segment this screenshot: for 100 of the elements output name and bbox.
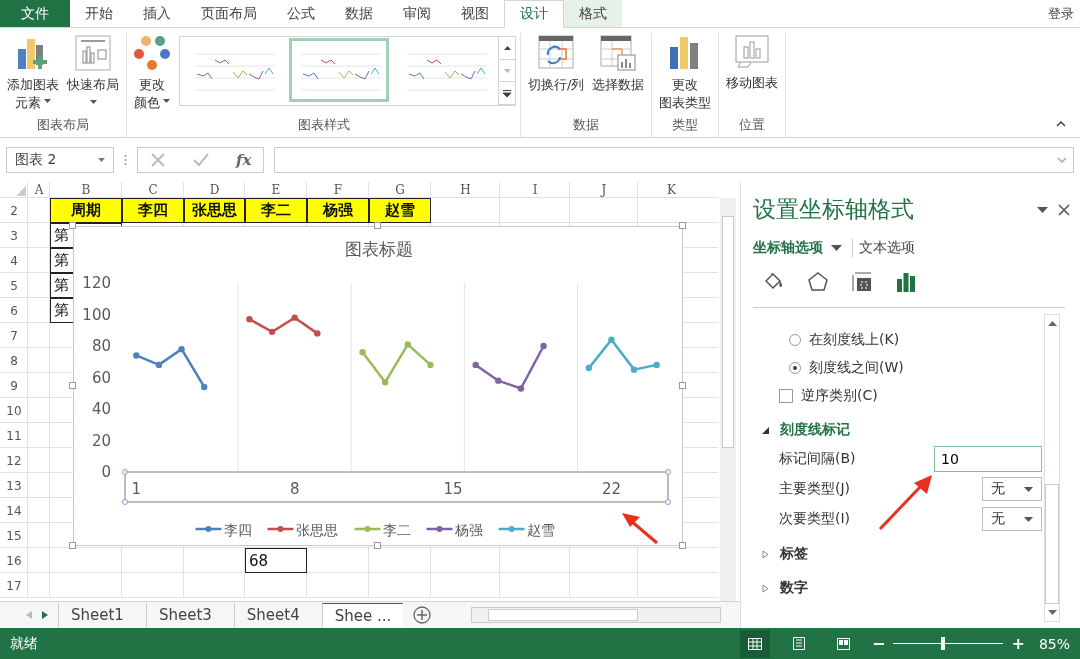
- legend-item[interactable]: 李二: [354, 522, 411, 538]
- ribbon-button[interactable]: 快速布局: [64, 33, 122, 106]
- section-header[interactable]: 标签: [780, 545, 808, 563]
- ribbon-button[interactable]: 移动图表: [723, 33, 782, 93]
- ribbon-button[interactable]: 更改 颜色: [131, 33, 173, 113]
- vertical-scrollbar[interactable]: [720, 198, 736, 602]
- legend-item[interactable]: 杨强: [426, 522, 483, 538]
- pane-options-icon[interactable]: [1037, 206, 1048, 213]
- dropdown[interactable]: 无: [982, 507, 1042, 531]
- collapse-ribbon-icon[interactable]: [1056, 121, 1066, 127]
- row-header[interactable]: 11: [0, 423, 28, 448]
- formula-input[interactable]: [274, 147, 1074, 173]
- resize-handle[interactable]: [679, 542, 686, 549]
- section-header[interactable]: 数字: [780, 579, 808, 597]
- row-header[interactable]: 5: [0, 273, 28, 298]
- up-arrow-icon[interactable]: [1047, 321, 1057, 326]
- row-header[interactable]: 4: [0, 248, 28, 273]
- ribbon-button[interactable]: 切换行/列: [525, 33, 588, 95]
- expander-icon[interactable]: [761, 425, 770, 435]
- grid-view-icon[interactable]: [740, 629, 771, 658]
- resize-handle[interactable]: [69, 382, 76, 389]
- column-header[interactable]: C: [122, 182, 184, 198]
- row-header[interactable]: 7: [0, 323, 28, 348]
- ribbon-tab[interactable]: 视图: [446, 0, 504, 27]
- pane-scrollbar[interactable]: [1044, 314, 1060, 622]
- ribbon-tab[interactable]: 插入: [128, 0, 186, 27]
- ribbon-tab[interactable]: 开始: [70, 0, 128, 27]
- resize-handle[interactable]: [69, 222, 76, 229]
- pentagon-icon[interactable]: [807, 271, 829, 293]
- row-header[interactable]: 13: [0, 473, 28, 498]
- ribbon-tab[interactable]: 页面布局: [186, 0, 272, 27]
- row-header[interactable]: 17: [0, 573, 28, 598]
- sign-in-link[interactable]: 登录: [1048, 4, 1080, 23]
- ribbon-tab[interactable]: 审阅: [388, 0, 446, 27]
- add-sheet-icon[interactable]: [413, 606, 432, 625]
- resize-handle[interactable]: [374, 542, 381, 549]
- row-header[interactable]: 3: [0, 223, 28, 248]
- sheet-tab[interactable]: Shee ...: [321, 602, 404, 628]
- cancel-icon[interactable]: [150, 152, 166, 168]
- row-header[interactable]: 2: [0, 198, 28, 223]
- row-header[interactable]: 9: [0, 373, 28, 398]
- sheet-tab[interactable]: Sheet1: [58, 603, 136, 628]
- name-box[interactable]: 图表 2: [6, 147, 114, 173]
- next-sheet-icon[interactable]: [42, 611, 48, 620]
- column-header[interactable]: G: [369, 182, 431, 198]
- horizontal-scrollbar[interactable]: [471, 607, 722, 624]
- column-header[interactable]: E: [245, 182, 307, 198]
- down-arrow-icon[interactable]: [1047, 610, 1057, 615]
- resize-handle[interactable]: [679, 382, 686, 389]
- ribbon-button[interactable]: 选择数据: [589, 33, 648, 95]
- resize-handle[interactable]: [374, 222, 381, 229]
- row-header[interactable]: 10: [0, 398, 28, 423]
- ribbon-tab[interactable]: 格式: [564, 0, 622, 27]
- ribbon-tab[interactable]: 数据: [330, 0, 388, 27]
- size-properties-icon[interactable]: [851, 271, 873, 293]
- sheet-tab[interactable]: Sheet4: [233, 603, 312, 628]
- checkbox[interactable]: [779, 389, 793, 403]
- resize-handle[interactable]: [69, 542, 76, 549]
- axis-selection-box[interactable]: [122, 469, 671, 505]
- pane-tab[interactable]: 坐标轴选项: [753, 239, 852, 257]
- zoom-out-button[interactable]: −: [872, 634, 886, 653]
- ribbon-tab[interactable]: 公式: [272, 0, 330, 27]
- ribbon-tab[interactable]: 文件: [0, 0, 70, 27]
- previous-sheet-icon[interactable]: [26, 611, 32, 620]
- dropdown[interactable]: 无: [982, 477, 1042, 501]
- ribbon-button[interactable]: 添加图表 元素: [4, 33, 62, 113]
- row-header[interactable]: 12: [0, 448, 28, 473]
- check-icon[interactable]: [192, 152, 210, 168]
- row-header[interactable]: 14: [0, 498, 28, 523]
- zoom-in-button[interactable]: +: [1011, 634, 1025, 653]
- section-header[interactable]: 刻度线标记: [780, 421, 850, 439]
- legend-item[interactable]: 李四: [195, 522, 252, 538]
- pane-tab[interactable]: 文本选项: [852, 239, 925, 257]
- column-header[interactable]: B: [50, 182, 122, 198]
- row-header[interactable]: 16: [0, 548, 28, 573]
- legend-item[interactable]: 张思思: [267, 522, 338, 538]
- column-header[interactable]: K: [638, 182, 705, 198]
- row-header[interactable]: 6: [0, 298, 28, 323]
- resize-handle[interactable]: [679, 222, 686, 229]
- column-header[interactable]: J: [570, 182, 638, 198]
- sheet-tab[interactable]: Sheet3: [145, 603, 224, 628]
- column-header[interactable]: A: [28, 182, 50, 198]
- row-header[interactable]: 15: [0, 523, 28, 548]
- row-header[interactable]: 8: [0, 348, 28, 373]
- insert-function-button[interactable]: fx: [236, 151, 252, 169]
- column-header[interactable]: F: [307, 182, 369, 198]
- bar-chart-icon[interactable]: [895, 271, 917, 293]
- zoom-slider-thumb[interactable]: [940, 637, 945, 650]
- close-icon[interactable]: [1058, 203, 1070, 216]
- legend-item[interactable]: 赵雪: [498, 522, 555, 538]
- column-header[interactable]: I: [500, 182, 570, 198]
- ribbon-tab[interactable]: 设计: [504, 0, 564, 28]
- interval-input[interactable]: 10: [934, 446, 1042, 472]
- ribbon-button[interactable]: 更改 图表类型: [656, 33, 715, 113]
- select-all-icon[interactable]: [16, 186, 26, 196]
- expand-icon[interactable]: [1057, 157, 1067, 163]
- column-header[interactable]: H: [431, 182, 500, 198]
- line-chart[interactable]: 图表标题 0 20 40 60 80 100 120 1 8 15 22 李四 张思思 李二 杨强 赵雪: [73, 226, 683, 546]
- column-header[interactable]: D: [184, 182, 245, 198]
- zoom-level[interactable]: 85%: [1038, 635, 1070, 652]
